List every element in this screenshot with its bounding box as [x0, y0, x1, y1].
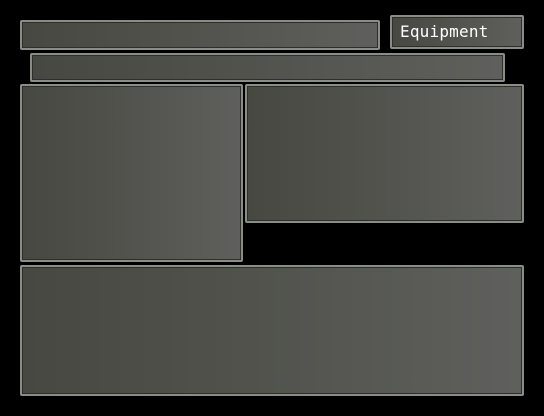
- equip-slot-window[interactable]: [245, 84, 524, 223]
- scene-title: Equipment: [400, 22, 489, 41]
- equip-item-list-window[interactable]: [20, 265, 524, 396]
- help-window: [20, 20, 380, 50]
- scene-title-window: Equipment: [390, 15, 524, 49]
- equip-command-window[interactable]: [30, 53, 505, 82]
- actor-status-window: [20, 84, 243, 262]
